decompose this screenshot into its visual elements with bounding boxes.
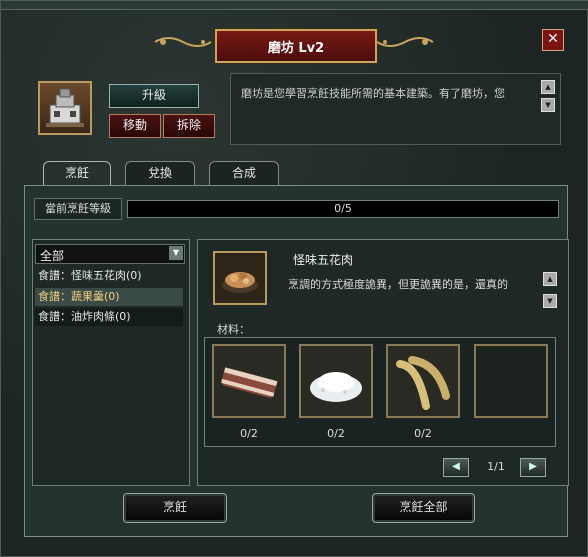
recipe-list-item[interactable]: 食譜：蔬果羹(0): [35, 288, 183, 306]
description-scroll-down-icon[interactable]: ▼: [541, 98, 555, 112]
demolish-button[interactable]: 拆除: [163, 114, 215, 138]
title-ornament-right-icon: [376, 37, 434, 47]
mill-window: 磨坊 Lv2 ✕ 升級 移動 拆除 磨坊是您學習烹飪技能所需的基本建築。有了磨坊…: [0, 0, 588, 557]
tab-exchange[interactable]: 兌換: [125, 161, 195, 185]
recipe-description: 烹調的方式極度詭異，但更詭異的是，還真的: [288, 278, 508, 291]
material-quantity: 0/2: [414, 427, 432, 440]
title-ornament-left-icon: [154, 37, 212, 47]
recipe-filter-value: 全部: [40, 249, 65, 263]
cook-button[interactable]: 烹飪: [123, 493, 227, 523]
recipe-list-item[interactable]: 食譜：怪味五花肉(0): [35, 267, 183, 285]
window-top-bar: [1, 1, 588, 10]
close-button[interactable]: ✕: [542, 29, 564, 51]
recipe-dish-icon: [213, 251, 267, 305]
cooking-level-progress-bar: 0/5: [127, 200, 559, 218]
tab-craft[interactable]: 合成: [209, 161, 279, 185]
chevron-down-icon[interactable]: ▼: [169, 246, 183, 260]
recipe-scroll-up-icon[interactable]: ▲: [543, 272, 557, 286]
salt-icon[interactable]: [299, 344, 373, 418]
mill-building-icon: [38, 81, 92, 135]
upgrade-button[interactable]: 升級: [109, 84, 199, 108]
empty-slot-icon[interactable]: [474, 344, 548, 418]
recipe-scroll-down-icon[interactable]: ▼: [543, 294, 557, 308]
window-title: 磨坊 Lv2: [267, 41, 325, 56]
move-button[interactable]: 移動: [109, 114, 161, 138]
recipe-filter-dropdown[interactable]: 全部 ▼: [35, 244, 185, 264]
recipe-name: 怪味五花肉: [293, 253, 354, 267]
next-page-icon[interactable]: ▶: [520, 458, 546, 477]
bean-pods-icon[interactable]: [386, 344, 460, 418]
description-scroll-up-icon[interactable]: ▲: [541, 80, 555, 94]
cook-all-button[interactable]: 烹飪全部: [372, 493, 475, 523]
cooking-level-label: 當前烹飪等級: [34, 198, 122, 220]
tab-cooking[interactable]: 烹飪: [43, 161, 111, 187]
pork-belly-icon[interactable]: [212, 344, 286, 418]
material-quantity: 0/2: [240, 427, 258, 440]
prev-page-icon[interactable]: ◀: [443, 458, 469, 477]
page-indicator: 1/1: [487, 460, 505, 473]
cooking-level-progress-text: 0/5: [334, 202, 352, 215]
building-description: 磨坊是您學習烹飪技能所需的基本建築。有了磨坊，您: [241, 87, 505, 100]
material-quantity: 0/2: [327, 427, 345, 440]
building-description-box: 磨坊是您學習烹飪技能所需的基本建築。有了磨坊，您: [230, 73, 561, 145]
recipe-list-item[interactable]: 食譜：油炸肉條(0): [35, 308, 183, 326]
materials-label: 材料：: [217, 323, 250, 336]
title-plate: 磨坊 Lv2: [215, 29, 377, 63]
